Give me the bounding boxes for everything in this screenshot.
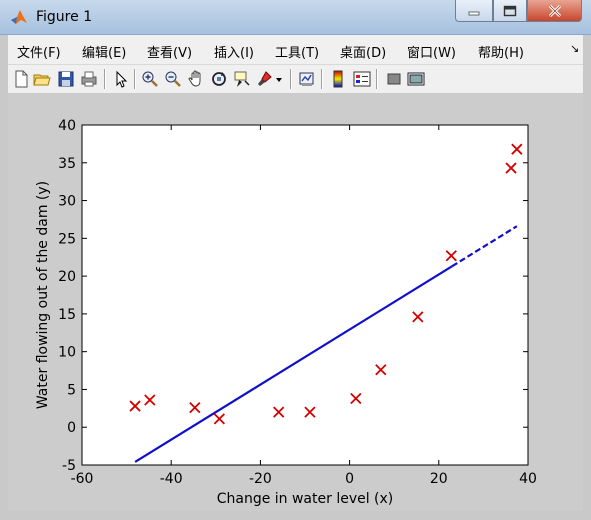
x-tick-label: -40 <box>160 471 183 487</box>
y-tick-label: 0 <box>67 420 76 436</box>
x-tick-label: 20 <box>430 471 448 487</box>
matlab-icon <box>11 10 27 24</box>
brush-icon[interactable] <box>256 70 274 88</box>
x-tick-label: 0 <box>345 471 354 487</box>
y-tick-label: 20 <box>58 269 76 285</box>
figure-window: Figure 1 文件(F) 编辑(E) 查看(V) 插入(I) 工具(T) 桌… <box>0 0 591 520</box>
menu-help[interactable]: 帮助(H) <box>478 42 524 61</box>
rotate-3d-icon[interactable] <box>210 70 228 88</box>
insert-colorbar-icon[interactable] <box>329 70 347 88</box>
figure-canvas: -60 -40 -20 0 20 40 -5 0 5 10 15 20 25 30 35 40 Change i… <box>8 93 583 511</box>
brush-dropdown-icon[interactable] <box>274 70 284 88</box>
title-bar[interactable]: Figure 1 <box>0 0 591 35</box>
menu-bar: 文件(F) 编辑(E) 查看(V) 插入(I) 工具(T) 桌面(D) 窗口(W… <box>8 35 583 64</box>
show-plot-tools-icon[interactable] <box>407 70 425 88</box>
menu-file[interactable]: 文件(F) <box>17 42 61 61</box>
menu-insert[interactable]: 插入(I) <box>214 42 254 61</box>
menu-tools[interactable]: 工具(T) <box>275 42 319 61</box>
toolbar-separator <box>290 69 292 89</box>
menu-desktop[interactable]: 桌面(D) <box>340 42 386 61</box>
menu-edit[interactable]: 编辑(E) <box>82 42 126 61</box>
plot-area[interactable] <box>81 124 529 466</box>
maximize-icon <box>503 5 517 16</box>
close-icon <box>548 4 561 17</box>
y-axis-label: Water flowing out of the dam (y) <box>35 181 51 409</box>
insert-legend-icon[interactable] <box>353 70 371 88</box>
toolbar-separator <box>376 69 378 89</box>
figure-toolbar <box>8 64 583 94</box>
x-axis-label: Change in water level (x) <box>217 491 394 507</box>
zoom-in-icon[interactable] <box>141 70 159 88</box>
pointer-icon[interactable] <box>112 70 130 88</box>
maximize-button[interactable] <box>493 0 527 22</box>
y-tick-label: 40 <box>58 118 76 134</box>
y-tick-label: 30 <box>58 194 76 210</box>
link-plot-icon[interactable] <box>298 70 316 88</box>
data-cursor-icon[interactable] <box>233 70 251 88</box>
toolbar-separator <box>321 69 323 89</box>
minimize-button[interactable] <box>455 0 493 22</box>
window-title: Figure 1 <box>36 9 93 25</box>
save-icon[interactable] <box>57 70 75 88</box>
y-tick-label: 10 <box>58 345 76 361</box>
zoom-out-icon[interactable] <box>164 70 182 88</box>
x-tick-label: -20 <box>249 471 272 487</box>
pan-icon[interactable] <box>187 70 205 88</box>
y-tick-label: 35 <box>58 156 76 172</box>
menu-window[interactable]: 窗口(W) <box>407 42 456 61</box>
open-file-icon[interactable] <box>33 70 51 88</box>
y-tick-label: 15 <box>58 307 76 323</box>
menu-dock-arrow-icon[interactable]: ↘ <box>570 42 579 55</box>
print-icon[interactable] <box>80 70 98 88</box>
x-tick-label: 40 <box>519 471 537 487</box>
hide-plot-tools-icon[interactable] <box>385 70 403 88</box>
toolbar-separator <box>104 69 106 89</box>
plot-svg: -60 -40 -20 0 20 40-50510152025303540Change i… <box>35 118 537 507</box>
minimize-icon <box>468 11 480 15</box>
menu-view[interactable]: 查看(V) <box>147 42 192 61</box>
y-tick-label: -5 <box>62 458 76 474</box>
close-button[interactable] <box>527 0 582 22</box>
y-tick-label: 25 <box>58 231 76 247</box>
new-figure-icon[interactable] <box>12 70 30 88</box>
toolbar-separator <box>134 69 136 89</box>
y-tick-label: 5 <box>67 382 76 398</box>
